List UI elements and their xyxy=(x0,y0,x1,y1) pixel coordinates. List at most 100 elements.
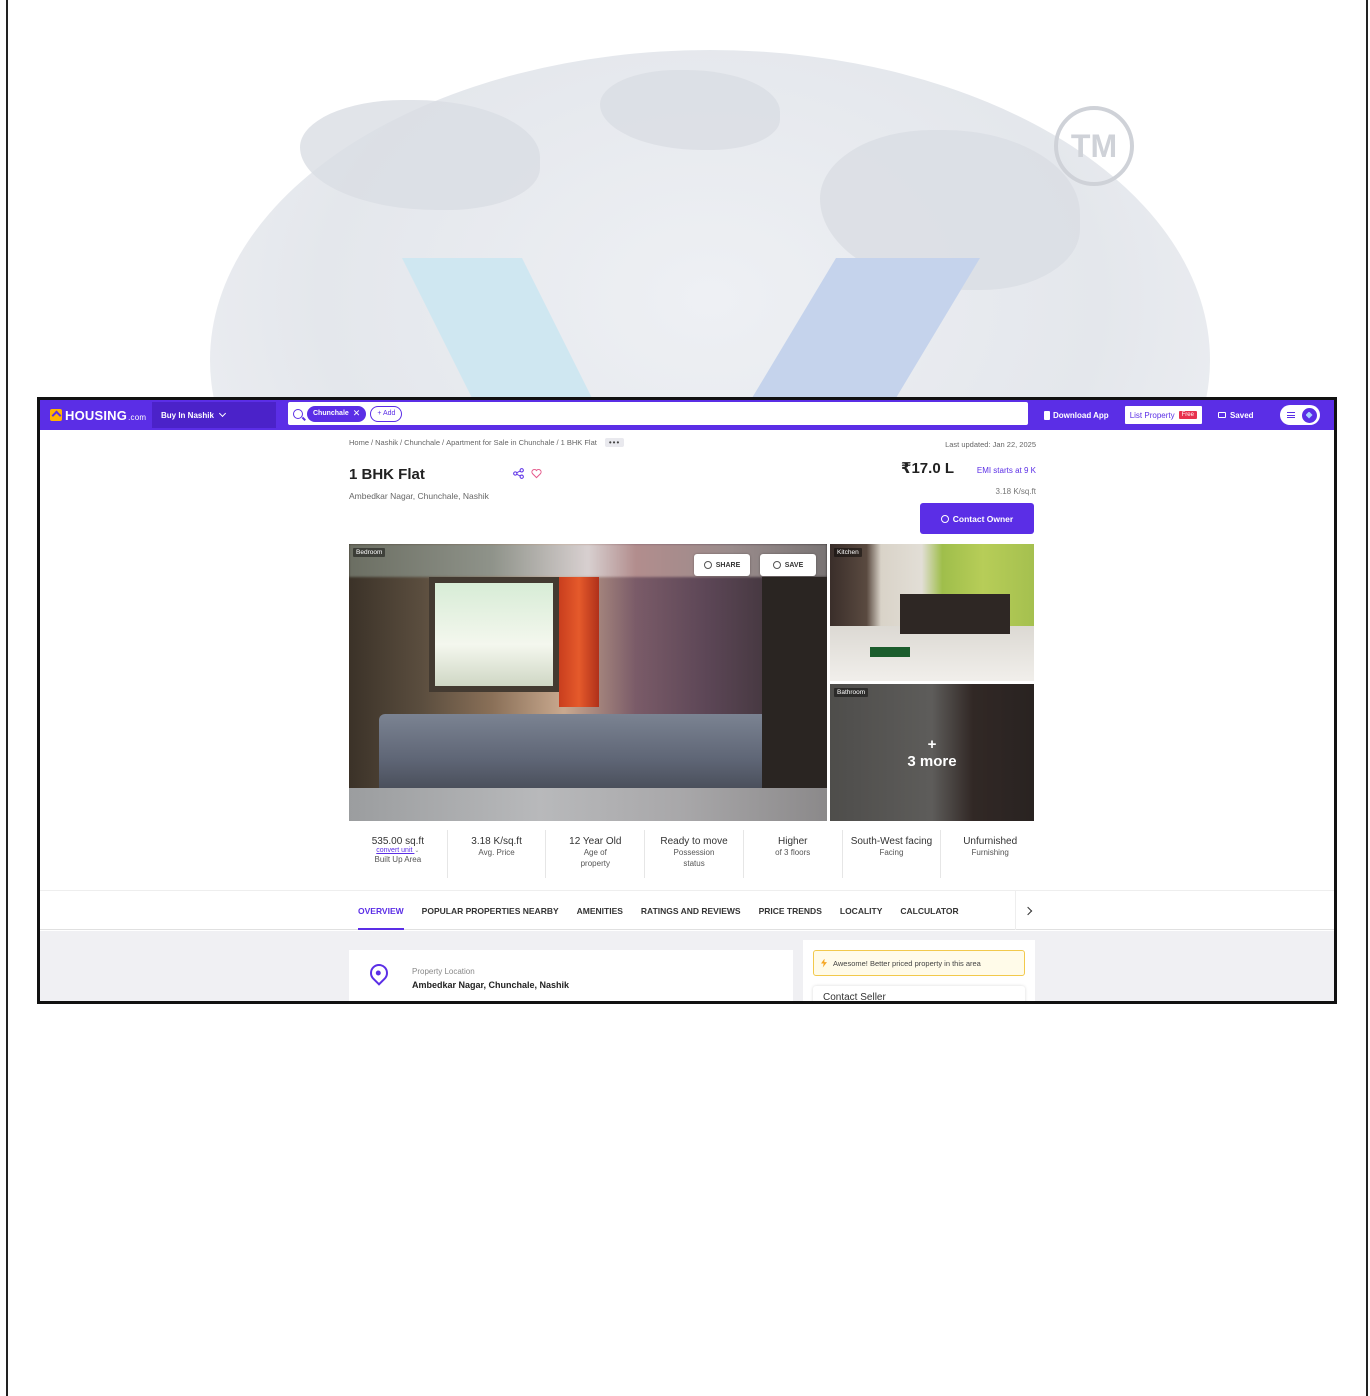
heart-icon xyxy=(772,561,781,569)
download-app-link[interactable]: Download App xyxy=(1044,410,1109,420)
main-photo-bedroom[interactable]: Bedroom SHARE SAVE xyxy=(349,544,827,821)
stat-value: South-West facing xyxy=(850,836,933,847)
price-notice-text: Awesome! Better priced property in this … xyxy=(833,958,981,968)
breadcrumb: Home / Nashik / Chunchale / Apartment for S… xyxy=(349,438,625,447)
saved-link[interactable]: Saved xyxy=(1217,410,1254,420)
side-photo-kitchen[interactable]: Kitchen xyxy=(830,544,1034,681)
more-options-button[interactable]: ••• xyxy=(604,438,625,447)
stat-built-up-area: 535.00 sq.ft convert unit ⌄ Built Up Are… xyxy=(349,830,448,878)
avatar xyxy=(1301,407,1317,423)
tab-overview[interactable]: OVERVIEW xyxy=(358,891,404,930)
photo-blur-top xyxy=(349,544,827,577)
photo-floor xyxy=(830,626,1034,681)
photo-wardrobe xyxy=(762,577,827,789)
more-photos-button[interactable]: + 3 more xyxy=(830,736,1034,770)
section-tabs: OVERVIEW POPULAR PROPERTIES NEARBY AMENI… xyxy=(40,890,1334,930)
breadcrumb-category[interactable]: Apartment for Sale in Chunchale xyxy=(446,438,554,447)
property-location-card: Property Location Ambedkar Nagar, Chunch… xyxy=(349,950,793,1001)
contact-owner-label: Contact Owner xyxy=(952,513,1014,524)
saved-tag-icon xyxy=(1217,412,1226,418)
stat-value: 535.00 sq.ft xyxy=(371,836,424,847)
share-button[interactable]: SHARE xyxy=(694,554,750,576)
contact-owner-button[interactable]: Contact Owner xyxy=(920,503,1034,534)
stat-label: status xyxy=(683,859,705,868)
lightning-icon xyxy=(821,958,827,968)
stat-facing: South-West facing Facing xyxy=(843,830,942,878)
save-label: SAVE xyxy=(784,561,804,569)
search-icon xyxy=(293,408,303,419)
search-input[interactable]: Chunchale ✕ + Add xyxy=(288,402,1028,425)
tab-calculator[interactable]: CALCULATOR xyxy=(900,891,958,930)
logo-text: HOUSING xyxy=(65,407,128,423)
side-photo-bathroom[interactable]: Bathroom + 3 more xyxy=(830,684,1034,821)
property-address: Ambedkar Nagar, Chunchale, Nashik xyxy=(349,491,489,501)
breadcrumb-locality[interactable]: Chunchale xyxy=(404,438,440,447)
stat-label: Built Up Area xyxy=(374,855,422,864)
home-logo-icon xyxy=(50,409,62,421)
breadcrumb-city[interactable]: Nashik xyxy=(375,438,398,447)
photo-bed xyxy=(379,714,779,789)
contact-side-card: Awesome! Better priced property in this … xyxy=(803,940,1035,1003)
tabs-next-button[interactable] xyxy=(1015,891,1039,930)
free-badge: Free xyxy=(1178,411,1197,419)
city-select-dropdown[interactable]: Buy In Nashik xyxy=(152,402,276,428)
close-icon[interactable]: ✕ xyxy=(353,408,361,419)
phone-icon xyxy=(940,514,949,523)
share-label: SHARE xyxy=(715,561,741,569)
photo-window xyxy=(429,577,559,692)
tab-popular-properties[interactable]: POPULAR PROPERTIES NEARBY xyxy=(422,891,559,930)
mobile-phone-icon xyxy=(1044,410,1050,420)
breadcrumb-current: 1 BHK Flat xyxy=(560,438,597,447)
locality-chip-label: Chunchale xyxy=(313,410,349,417)
property-location-value: Ambedkar Nagar, Chunchale, Nashik xyxy=(412,980,570,990)
photo-cabinet xyxy=(900,594,1010,634)
browser-screenshot: HOUSING .com Buy In Nashik Chunchale ✕ +… xyxy=(37,397,1337,1004)
property-stats: 535.00 sq.ft convert unit ⌄ Built Up Are… xyxy=(349,830,1039,878)
stat-value: 12 Year Old xyxy=(569,836,622,847)
city-select-label: Buy In Nashik xyxy=(161,410,214,420)
breadcrumb-home[interactable]: Home xyxy=(349,438,369,447)
share-icon[interactable] xyxy=(513,468,524,479)
add-locality-button[interactable]: + Add xyxy=(370,405,403,422)
stat-avg-price: 3.18 K/sq.ft Avg. Price xyxy=(448,830,547,878)
emi-link[interactable]: EMI starts at 9 K xyxy=(977,466,1036,475)
photo-curtain xyxy=(559,577,599,707)
page-title: 1 BHK Flat xyxy=(349,466,425,483)
property-location-label: Property Location xyxy=(412,967,475,976)
save-button[interactable]: SAVE xyxy=(760,554,816,576)
price-notice-banner: Awesome! Better priced property in this … xyxy=(813,950,1025,976)
photo-label-bathroom: Bathroom xyxy=(834,688,869,697)
profile-menu-button[interactable] xyxy=(1279,405,1320,425)
stat-label: Facing xyxy=(879,848,904,857)
housing-logo[interactable]: HOUSING .com xyxy=(50,408,146,423)
stat-label: Age of xyxy=(583,848,607,857)
stat-value: Unfurnished xyxy=(963,836,1018,847)
convert-unit-link[interactable]: convert unit ⌄ xyxy=(349,847,447,854)
chevron-down-icon: ⌄ xyxy=(414,848,420,854)
saved-label: Saved xyxy=(1229,410,1254,420)
nav-right: Download App List Property Free Saved xyxy=(1044,400,1320,430)
stat-value: Ready to move xyxy=(660,836,728,847)
lower-content: Property Location Ambedkar Nagar, Chunch… xyxy=(40,931,1334,1003)
photo-label-kitchen: Kitchen xyxy=(834,548,862,557)
share-icon xyxy=(703,561,712,569)
chevron-right-icon xyxy=(1023,906,1032,915)
list-property-label: List Property xyxy=(1129,410,1175,420)
watermark: TM xyxy=(180,40,1300,400)
stat-possession: Ready to move Possession status xyxy=(645,830,744,878)
tab-locality[interactable]: LOCALITY xyxy=(840,891,883,930)
tab-ratings-reviews[interactable]: RATINGS AND REVIEWS xyxy=(641,891,741,930)
tab-amenities[interactable]: AMENITIES xyxy=(577,891,623,930)
price-per-sqft: 3.18 K/sq.ft xyxy=(995,487,1036,496)
list-property-button[interactable]: List Property Free xyxy=(1124,406,1202,424)
heart-icon[interactable] xyxy=(531,468,542,479)
stat-value: 3.18 K/sq.ft xyxy=(471,836,522,847)
hamburger-menu-icon xyxy=(1286,412,1295,418)
locality-chip[interactable]: Chunchale ✕ xyxy=(307,405,367,422)
stat-label: property xyxy=(580,859,610,868)
stat-age: 12 Year Old Age of property xyxy=(546,830,646,878)
plus-icon: + xyxy=(927,736,937,753)
contact-seller-title: Contact Seller xyxy=(823,992,886,1003)
photo-label-bedroom: Bedroom xyxy=(353,548,386,557)
tab-price-trends[interactable]: PRICE TRENDS xyxy=(759,891,822,930)
